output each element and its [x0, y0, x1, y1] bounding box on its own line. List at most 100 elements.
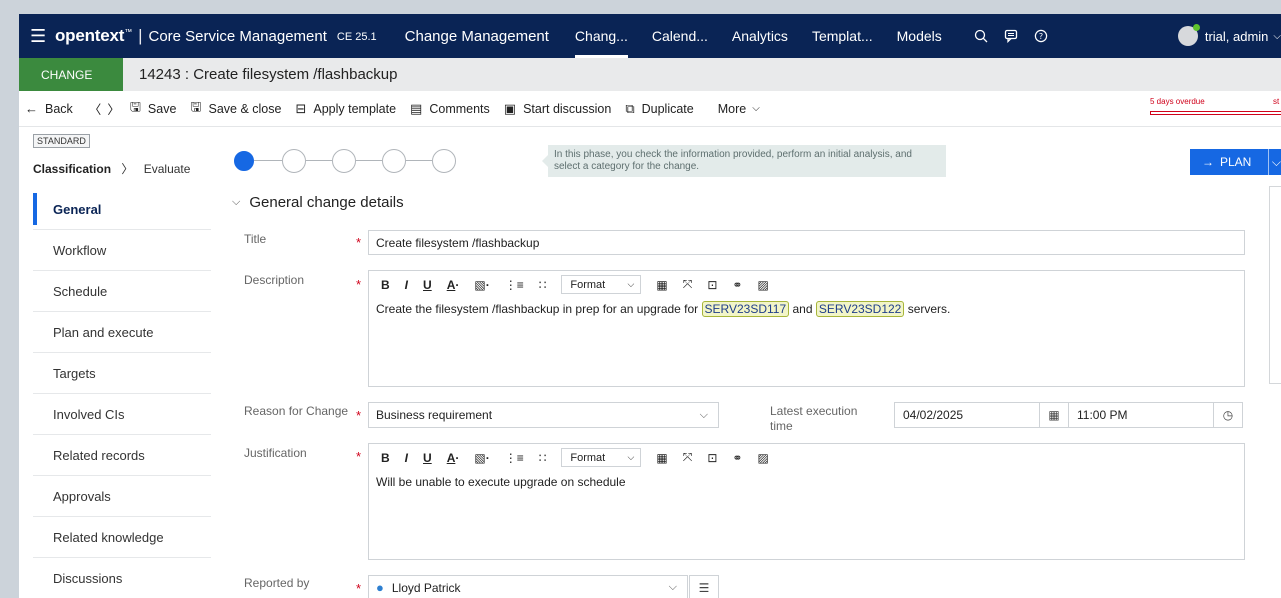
- bold-icon[interactable]: B: [381, 451, 390, 465]
- phase-current: Classification: [33, 162, 112, 176]
- app-window: ☰ opentext™ | Core Service Management CE…: [19, 14, 1281, 598]
- product-version: CE 25.1: [336, 31, 377, 43]
- next-phase-button[interactable]: → PLAN ⌵: [1190, 149, 1281, 175]
- comments-button[interactable]: ▤ Comments: [410, 101, 490, 117]
- description-label: Description: [244, 273, 305, 287]
- link-icon[interactable]: ⚭: [732, 278, 742, 292]
- maximize-icon[interactable]: ⤧: [683, 450, 693, 465]
- numbered-list-icon[interactable]: ⋮≡: [505, 451, 524, 465]
- more-button[interactable]: More ⌵: [718, 102, 760, 116]
- next-record-button[interactable]: 〉: [107, 99, 120, 118]
- overdue-progress-bar: [1150, 111, 1281, 115]
- calendar-icon[interactable]: ▦: [1039, 402, 1069, 428]
- phase-step-3[interactable]: [332, 149, 356, 173]
- table-icon[interactable]: ▦: [656, 278, 667, 292]
- background-color-icon[interactable]: ▧·: [474, 451, 489, 465]
- sidebar-item-general[interactable]: General: [33, 189, 211, 230]
- maximize-icon[interactable]: ⤧: [683, 277, 693, 292]
- format-select[interactable]: Format ⌵: [561, 275, 642, 294]
- save-button[interactable]: 🖫 Save: [130, 98, 177, 120]
- text-color-icon[interactable]: A·: [447, 451, 460, 465]
- underline-icon[interactable]: U: [423, 451, 432, 465]
- phase-step-4[interactable]: [382, 149, 406, 173]
- nav-module-change-management[interactable]: Change Management: [393, 14, 563, 58]
- image-icon[interactable]: ▨: [757, 278, 768, 292]
- justification-content[interactable]: Will be unable to execute upgrade on sch…: [369, 471, 1244, 493]
- required-marker: *: [356, 449, 362, 464]
- required-marker: *: [356, 581, 362, 596]
- sidebar-item-approvals[interactable]: Approvals: [33, 476, 211, 517]
- overdue-label: 5 days overdue: [1150, 97, 1205, 106]
- source-icon[interactable]: ⊡: [707, 451, 717, 465]
- required-marker: *: [356, 277, 362, 292]
- italic-icon[interactable]: I: [405, 278, 408, 292]
- italic-icon[interactable]: I: [405, 451, 408, 465]
- link-icon[interactable]: ⚭: [732, 451, 742, 465]
- sidebar-item-related-knowledge[interactable]: Related knowledge: [33, 517, 211, 558]
- text-color-icon[interactable]: A·: [447, 278, 460, 292]
- hamburger-menu-icon[interactable]: ☰: [19, 26, 49, 47]
- nav-link-analytics[interactable]: Analytics: [720, 14, 800, 58]
- format-select[interactable]: Format ⌵: [561, 448, 642, 467]
- title-input[interactable]: Create filesystem /flashbackup: [368, 230, 1245, 255]
- section-header[interactable]: ⌵ General change details: [232, 194, 404, 211]
- ci-link[interactable]: SERV23SD122: [815, 301, 905, 317]
- reported-by-select[interactable]: ● Lloyd Patrick ⌵: [368, 575, 688, 598]
- duplicate-button[interactable]: ⧉ Duplicate: [625, 101, 693, 117]
- chevron-down-icon: ⌵: [627, 452, 635, 462]
- phase-step-1[interactable]: [234, 151, 254, 171]
- source-icon[interactable]: ⊡: [707, 278, 717, 292]
- start-discussion-button[interactable]: ▣ Start discussion: [504, 101, 612, 117]
- reason-select[interactable]: Business requirement ⌵: [368, 402, 719, 428]
- sidebar-item-involved-cis[interactable]: Involved CIs: [33, 394, 211, 435]
- table-icon[interactable]: ▦: [656, 451, 667, 465]
- latest-exec-label: Latest execution time: [770, 404, 858, 433]
- sidebar-item-schedule[interactable]: Schedule: [33, 271, 211, 312]
- description-editor[interactable]: B I U A· ▧· ⋮≡ ∷ Format ⌵ ▦ ⤧ ⊡ ⚭ ▨ Creat…: [368, 270, 1245, 387]
- sidebar-item-related-records[interactable]: Related records: [33, 435, 211, 476]
- reported-by-label: Reported by: [244, 576, 310, 590]
- chevron-down-icon: ⌵: [752, 103, 760, 114]
- nav-link-models[interactable]: Models: [885, 14, 954, 58]
- chevron-down-icon: ⌵: [668, 581, 677, 593]
- rte-toolbar: B I U A· ▧· ⋮≡ ∷ Format ⌵ ▦ ⤧ ⊡ ⚭ ▨: [369, 271, 1244, 298]
- bullet-list-icon[interactable]: ∷: [539, 451, 547, 465]
- apply-template-button[interactable]: ⊟ Apply template: [295, 101, 396, 117]
- chevron-right-icon: 〉: [107, 103, 120, 117]
- description-content[interactable]: Create the filesystem /flashbackup in pr…: [369, 298, 1244, 320]
- sidebar-item-plan-execute[interactable]: Plan and execute: [33, 312, 211, 353]
- save-close-button[interactable]: 🖫 Save & close: [190, 98, 281, 120]
- chevron-down-icon[interactable]: ⌵: [1267, 149, 1281, 175]
- search-icon[interactable]: [974, 29, 988, 43]
- section-nav-list: General Workflow Schedule Plan and execu…: [33, 189, 211, 598]
- sidebar-item-targets[interactable]: Targets: [33, 353, 211, 394]
- latest-exec-time-input[interactable]: 11:00 PM: [1068, 402, 1214, 428]
- underline-icon[interactable]: U: [423, 278, 432, 292]
- nav-link-calendar[interactable]: Calend...: [640, 14, 720, 58]
- background-color-icon[interactable]: ▧·: [474, 278, 489, 292]
- numbered-list-icon[interactable]: ⋮≡: [505, 278, 524, 292]
- chat-icon[interactable]: [1004, 29, 1018, 43]
- sidebar-item-workflow[interactable]: Workflow: [33, 230, 211, 271]
- ci-link[interactable]: SERV23SD117: [701, 301, 790, 317]
- image-icon[interactable]: ▨: [757, 451, 768, 465]
- phase-stepper: [232, 149, 472, 173]
- latest-exec-date-input[interactable]: 04/02/2025: [894, 402, 1040, 428]
- details-icon[interactable]: ☰: [689, 575, 719, 598]
- avatar: [1177, 24, 1200, 46]
- previous-record-button[interactable]: 〈: [89, 99, 102, 118]
- user-menu[interactable]: trial, admin ⌵: [1177, 14, 1281, 58]
- bullet-list-icon[interactable]: ∷: [539, 278, 547, 292]
- justification-editor[interactable]: B I U A· ▧· ⋮≡ ∷ Format ⌵ ▦ ⤧ ⊡ ⚭ ▨ Will …: [368, 443, 1245, 560]
- nav-link-changes[interactable]: Chang...: [563, 14, 640, 58]
- help-icon[interactable]: ?: [1034, 29, 1048, 43]
- nav-link-templates[interactable]: Templat...: [800, 14, 885, 58]
- phase-step-5[interactable]: [432, 149, 456, 173]
- back-button[interactable]: ← Back: [25, 101, 73, 116]
- product-name: Core Service Management: [148, 27, 327, 45]
- sidebar-item-discussions[interactable]: Discussions: [33, 558, 211, 598]
- bold-icon[interactable]: B: [381, 278, 390, 292]
- reason-label: Reason for Change: [244, 404, 349, 418]
- phase-step-2[interactable]: [282, 149, 306, 173]
- clock-icon[interactable]: ◷: [1213, 402, 1243, 428]
